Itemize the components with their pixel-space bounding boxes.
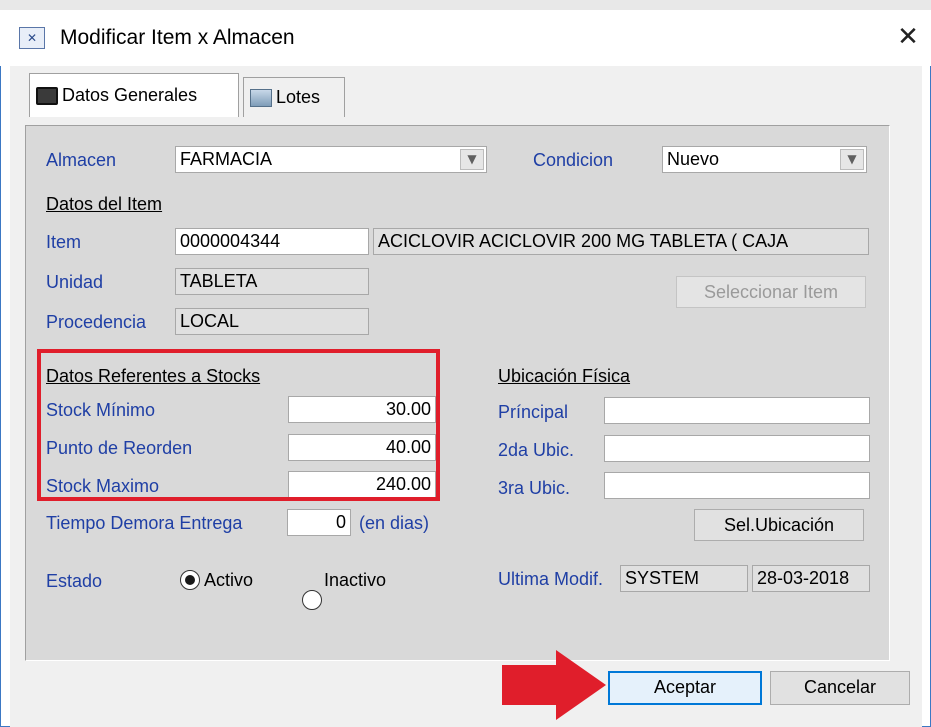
procedencia-field: LOCAL [175,308,369,335]
tab-label: Datos Generales [62,85,198,105]
chevron-down-icon[interactable]: ▼ [840,149,864,170]
database-icon [250,88,272,107]
radio-inactivo-label[interactable]: Inactivo [324,570,386,591]
condicion-select[interactable]: Nuevo ▼ [662,146,867,173]
book-icon [36,86,58,105]
tab-datos-generales[interactable]: Datos Generales [29,73,239,117]
radio-activo-label[interactable]: Activo [204,570,253,591]
close-button[interactable]: ✕ [893,22,923,52]
ubic2-field[interactable] [604,435,870,462]
item-label: Item [46,232,82,252]
unidad-field: TABLETA [175,268,369,295]
ultima-modif-label: Ultima Modif. [498,569,604,589]
red-arrow-annotation [502,665,560,705]
tab-label: Lotes [276,87,321,107]
condicion-value: Nuevo [667,149,720,169]
seleccionar-item-button[interactable]: Seleccionar Item [676,276,866,308]
ultima-modif-user-field: SYSTEM [620,565,748,592]
almacen-value: FARMACIA [180,149,273,169]
highlight-box [37,349,440,501]
window-title: Modificar Item x Almacen [60,26,295,49]
procedencia-label: Procedencia [46,312,147,332]
tiempo-demora-field[interactable]: 0 [287,509,351,536]
estado-label: Estado [46,571,103,591]
tiempo-demora-unit: (en dias) [359,513,430,533]
ubic3-field[interactable] [604,472,870,499]
red-arrow-head [556,650,606,720]
radio-activo[interactable] [180,570,200,590]
datos-item-heading: Datos del Item [46,194,163,214]
tab-lotes[interactable]: Lotes [243,77,345,117]
cancelar-button[interactable]: Cancelar [770,671,910,705]
ubic2-label: 2da Ubic. [498,440,575,460]
condicion-label: Condicion [533,150,614,170]
chevron-down-icon[interactable]: ▼ [460,149,484,170]
principal-label: Príncipal [498,402,569,422]
almacen-select[interactable]: FARMACIA ▼ [175,146,487,173]
tiempo-demora-label: Tiempo Demora Entrega [46,513,243,533]
almacen-label: Almacen [46,150,117,170]
sel-ubicacion-button[interactable]: Sel.Ubicación [694,509,864,541]
ubic3-label: 3ra Ubic. [498,478,571,498]
app-icon: ✕ [19,27,45,49]
item-code-field[interactable]: 0000004344 [175,228,369,255]
unidad-label: Unidad [46,272,104,292]
radio-inactivo[interactable] [302,590,322,610]
aceptar-button[interactable]: Aceptar [608,671,762,705]
ubicacion-heading: Ubicación Física [498,366,631,386]
radio-selected-dot [185,575,195,585]
item-description-field: ACICLOVIR ACICLOVIR 200 MG TABLETA ( CAJ… [373,228,869,255]
principal-field[interactable] [604,397,870,424]
ultima-modif-date-field: 28-03-2018 [752,565,870,592]
